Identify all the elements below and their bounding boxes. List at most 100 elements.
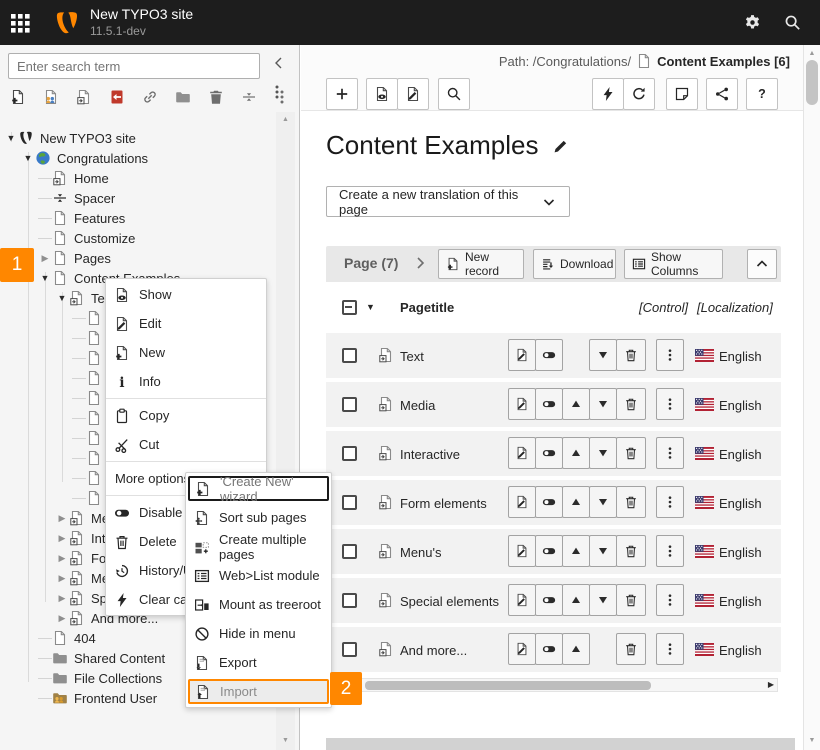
share-button[interactable] [706,78,738,110]
tree-toolbar-page-mountpoint-button[interactable] [105,85,129,109]
expand-closed-icon[interactable]: ▶ [55,573,69,584]
scrollbar-thumb[interactable] [365,681,651,690]
record-more-button[interactable] [656,633,684,665]
hide-toggle-button[interactable] [535,486,563,518]
menu-item-edit[interactable]: Edit [106,309,266,338]
submenu-item-hide-in-menu[interactable]: Hide in menu [186,619,331,648]
scrollbar-thumb[interactable] [806,60,818,105]
expand-open-icon[interactable]: ▼ [4,133,18,143]
expand-closed-icon[interactable]: ▶ [55,613,69,624]
edit-record-button[interactable] [508,339,536,371]
menu-item-cut[interactable]: Cut [106,430,266,459]
record-more-button[interactable] [656,388,684,420]
row-checkbox[interactable] [342,348,357,363]
tree-toolbar-more-button[interactable] [269,84,285,100]
module-grid-icon[interactable] [0,0,40,45]
menu-item-show[interactable]: Show [106,280,266,309]
move-up-button[interactable] [562,535,590,567]
scroll-up-icon[interactable]: ▲ [276,116,295,123]
tree-toolbar-page-users-button[interactable] [39,85,63,109]
row-checkbox[interactable] [342,544,357,559]
row-checkbox[interactable] [342,446,357,461]
hide-toggle-button[interactable] [535,633,563,665]
horizontal-scrollbar[interactable]: ▶ [330,678,778,692]
row-checkbox[interactable] [342,495,357,510]
view-webpage-button[interactable] [366,78,398,110]
tree-item-new-typo3-site[interactable]: ▼New TYPO3 site [0,128,276,148]
move-up-button[interactable] [562,486,590,518]
scroll-up-icon[interactable]: ▲ [804,50,820,57]
record-more-button[interactable] [656,486,684,518]
scroll-right-icon[interactable]: ▶ [768,680,774,689]
scroll-down-icon[interactable]: ▼ [804,737,820,744]
record-more-button[interactable] [656,437,684,469]
download-button[interactable]: Download [533,249,616,279]
submenu-item-mount-as-treeroot[interactable]: Mount as treeroot [186,590,331,619]
move-down-button[interactable] [589,584,617,616]
delete-record-button[interactable] [616,535,646,567]
menu-item-copy[interactable]: Copy [106,401,266,430]
move-down-button[interactable] [589,437,617,469]
move-down-button[interactable] [589,535,617,567]
help-button[interactable]: ? [746,78,778,110]
row-checkbox[interactable] [342,397,357,412]
edit-record-button[interactable] [508,388,536,420]
tree-item-home[interactable]: Home [0,168,276,188]
submenu-item-import[interactable]: Import [188,679,329,704]
expand-closed-icon[interactable]: ▶ [38,253,52,264]
move-up-button[interactable] [562,437,590,469]
record-more-button[interactable] [656,535,684,567]
move-up-button[interactable] [562,584,590,616]
tree-item-congratulations[interactable]: ▼Congratulations [0,148,276,168]
expand-open-icon[interactable]: ▼ [55,293,69,303]
search-button[interactable] [438,78,470,110]
note-button[interactable] [666,78,698,110]
expand-open-icon[interactable]: ▼ [21,153,35,163]
submenu-item-export[interactable]: Export [186,648,331,677]
tree-toolbar-trash-button[interactable] [204,85,228,109]
tree-item-pages[interactable]: ▶Pages [0,248,276,268]
edit-record-button[interactable] [508,633,536,665]
settings-button[interactable] [732,0,772,45]
hide-toggle-button[interactable] [535,437,563,469]
edit-record-button[interactable] [508,584,536,616]
hide-toggle-button[interactable] [535,388,563,420]
expand-open-icon[interactable]: ▼ [38,273,52,283]
tree-toolbar-spacer-button[interactable] [237,85,261,109]
tree-item-spacer[interactable]: Spacer [0,188,276,208]
edit-page-properties-button[interactable] [397,78,429,110]
delete-record-button[interactable] [616,388,646,420]
submenu-item-web-list-module[interactable]: Web>List module [186,561,331,590]
record-more-button[interactable] [656,339,684,371]
edit-record-button[interactable] [508,486,536,518]
translation-select[interactable]: Create a new translation of this page [326,186,570,217]
submenu-item-create-multiple-pages[interactable]: Create multiple pages [186,532,331,561]
menu-item-new[interactable]: New [106,338,266,367]
move-up-button[interactable] [562,633,590,665]
edit-title-icon[interactable] [552,137,570,155]
move-down-button[interactable] [589,388,617,420]
tree-toolbar-folder-button[interactable] [171,85,195,109]
delete-record-button[interactable] [616,437,646,469]
reload-button[interactable] [623,78,655,110]
submenu-item-create-new-wizard[interactable]: 'Create New' wizard [188,476,329,501]
edit-record-button[interactable] [508,535,536,567]
hide-toggle-button[interactable] [535,339,563,371]
tree-toolbar-page-shortcut-button[interactable] [72,85,96,109]
move-down-button[interactable] [589,486,617,518]
row-checkbox[interactable] [342,593,357,608]
hide-toggle-button[interactable] [535,535,563,567]
expand-closed-icon[interactable]: ▶ [55,513,69,524]
delete-record-button[interactable] [616,486,646,518]
collapse-panel-button[interactable] [747,249,777,279]
expand-closed-icon[interactable]: ▶ [55,553,69,564]
expand-closed-icon[interactable]: ▶ [55,533,69,544]
panel-title[interactable]: Page (7) [344,255,428,271]
tree-toolbar-link-button[interactable] [138,85,162,109]
vertical-scrollbar[interactable]: ▲ ▼ [803,45,820,750]
row-checkbox[interactable] [342,642,357,657]
topbar-search-button[interactable] [772,0,812,45]
delete-record-button[interactable] [616,339,646,371]
delete-record-button[interactable] [616,633,646,665]
clear-cache-button[interactable] [592,78,624,110]
